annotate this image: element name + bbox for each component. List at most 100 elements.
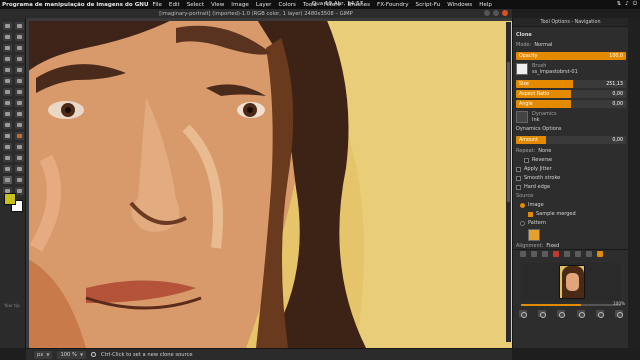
reverse-checkbox[interactable] [524,157,529,163]
scrollbar-thumb[interactable] [507,62,510,202]
brush-preview[interactable] [516,63,528,75]
source-image-radio[interactable] [520,202,525,208]
color-picker-tool-icon[interactable] [3,66,12,74]
zoom-fill-icon[interactable] [595,310,604,318]
layers-tab-icon[interactable] [520,251,526,257]
ink-tool-icon[interactable] [15,165,24,173]
rect-select-tool-icon[interactable] [3,22,12,30]
pattern-preview[interactable] [528,229,540,241]
reverse-row[interactable]: Reverse [516,157,626,163]
brush-row[interactable]: Brush ss_impastobrst-01 [516,63,626,75]
aspect-ratio-slider[interactable]: Aspect Ratio 0,00 [516,90,626,98]
maximize-button[interactable] [493,10,499,16]
tool-options-dock: Tool Options - Navigation Clone Mode: No… [512,18,629,348]
pencil-tool-icon[interactable] [15,143,24,151]
volume-icon[interactable]: ♪ [625,1,628,8]
minimize-button[interactable] [484,10,490,16]
navigation-thumbnail[interactable] [559,265,585,299]
vertical-scrollbar[interactable] [506,22,511,342]
navigation-buttons [519,310,623,318]
scissors-tool-icon[interactable] [15,44,24,52]
apply-jitter-checkbox[interactable] [516,166,521,172]
color-select-tool-icon[interactable] [3,44,12,52]
size-slider[interactable]: Size 251,13 [516,80,626,88]
channels-tab-icon[interactable] [531,251,537,257]
clone-tool-icon[interactable] [3,176,12,184]
unit-select[interactable]: px ▼ [34,350,53,359]
mode-row[interactable]: Mode: Normal [516,42,626,48]
angle-slider[interactable]: Angle 0,00 [516,100,626,108]
zoom-in-icon[interactable] [538,310,547,318]
navigation-zoom-slider[interactable] [521,304,621,306]
bucket-fill-tool-icon[interactable] [15,132,24,140]
scale-tool-icon[interactable] [15,99,24,107]
move-tool-icon[interactable] [15,77,24,85]
paths-tool-icon[interactable] [15,55,24,63]
pattern-preview-row[interactable] [516,229,626,241]
clock-text[interactable]: Qua 19 Abr, 14:57 [312,1,363,7]
crop-tool-icon[interactable] [15,88,24,96]
zoom-tool-icon[interactable] [15,66,24,74]
eraser-tool-icon[interactable] [15,154,24,162]
hard-edge-checkbox[interactable] [516,184,521,190]
toolbox-hint: Your tip [4,303,20,308]
source-image-row[interactable]: Image [516,202,626,208]
rotate-tool-icon[interactable] [3,99,12,107]
window-controls [484,10,508,16]
text-tool-icon[interactable] [3,132,12,140]
paintbrush-tool-icon[interactable] [3,154,12,162]
ellipse-select-tool-icon[interactable] [15,22,24,30]
gradients-tab-icon[interactable] [586,251,592,257]
power-icon[interactable]: ⏻ [633,1,637,8]
repeat-row[interactable]: Repeat: None [516,148,626,154]
opacity-slider[interactable]: Opacity 100,0 [516,52,626,60]
align-tool-icon[interactable] [3,88,12,96]
dynamics-options-row[interactable]: Dynamics Options [516,126,626,132]
free-select-tool-icon[interactable] [3,33,12,41]
perspective-tool-icon[interactable] [15,110,24,118]
zoom-100-icon[interactable] [557,310,566,318]
foreground-color-swatch[interactable] [4,193,16,205]
foreground-select-tool-icon[interactable] [3,55,12,63]
source-pattern-radio[interactable] [520,220,525,226]
brushes-tab-icon[interactable] [564,251,570,257]
sample-merged-row[interactable]: Sample merged [516,211,626,217]
network-icon[interactable]: ⇅ [617,1,622,8]
smooth-stroke-row[interactable]: Smooth stroke [516,175,626,181]
flip-tool-icon[interactable] [3,121,12,129]
zoom-out-icon[interactable] [519,310,527,318]
blend-tool-icon[interactable] [3,143,12,151]
shear-tool-icon[interactable] [3,110,12,118]
navigation-preview[interactable] [521,263,621,301]
reverse-label: Reverse [532,157,553,163]
airbrush-tool-icon[interactable] [3,165,12,173]
mode-value[interactable]: Normal [534,42,552,48]
hard-edge-row[interactable]: Hard edge [516,184,626,190]
color-swatches [4,193,24,213]
jitter-amount-value: 0,00 [612,137,623,143]
dynamics-row[interactable]: Dynamics Ink [516,111,626,123]
fuzzy-select-tool-icon[interactable] [15,33,24,41]
dynamics-options-label[interactable]: Dynamics Options [516,126,562,132]
sample-merged-checkbox[interactable] [528,211,533,217]
repeat-value[interactable]: None [538,148,551,154]
image-canvas[interactable] [26,18,512,348]
close-button[interactable] [502,10,508,16]
undo-tab-icon[interactable] [553,251,559,257]
smooth-stroke-checkbox[interactable] [516,175,521,181]
shrink-wrap-icon[interactable] [614,310,623,318]
source-pattern-row[interactable]: Pattern [516,220,626,226]
patterns-tab-icon[interactable] [575,251,581,257]
paths-tab-icon[interactable] [542,251,548,257]
dynamics-preview[interactable] [516,111,528,123]
cage-tool-icon[interactable] [15,121,24,129]
heal-tool-icon[interactable] [15,176,24,184]
zoom-fit-icon[interactable] [576,310,585,318]
window-title: [imaginary-portrait] (imported)-1.0 (RGB… [159,10,353,17]
apply-jitter-row[interactable]: Apply Jitter [516,166,626,172]
navigation-tab-icon[interactable] [597,251,603,257]
jitter-amount-slider[interactable]: Amount 0,00 [516,136,626,144]
apply-jitter-label: Apply Jitter [524,166,552,172]
measure-tool-icon[interactable] [3,77,12,85]
zoom-select[interactable]: 100 % ▼ [57,350,87,359]
